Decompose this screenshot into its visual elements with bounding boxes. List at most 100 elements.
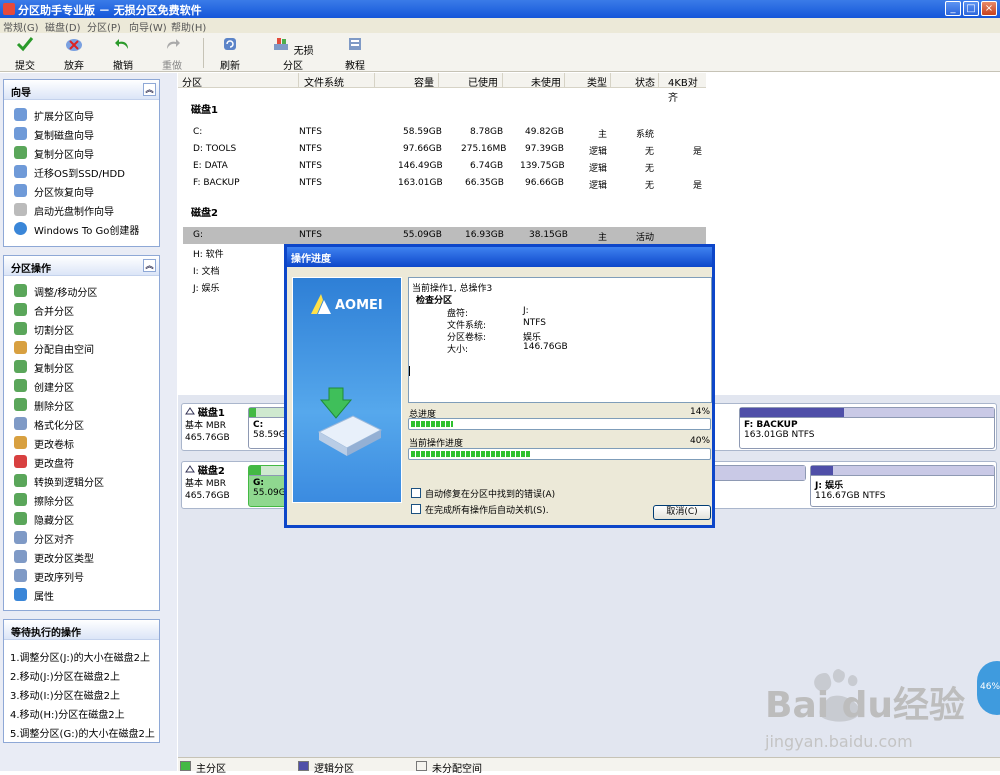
table-row[interactable]: C: NTFS 58.59GB 8.78GB 49.82GB 主 系统 — [183, 124, 706, 141]
op-label: 创建分区 — [34, 383, 74, 394]
window-title: 分区助手专业版 － 无损分区免费软件 — [18, 4, 202, 17]
op-align[interactable]: 分区对齐 — [4, 528, 159, 547]
redo-button[interactable]: 重做 — [159, 36, 185, 72]
table-row-selected[interactable]: G: NTFS 55.09GB 16.93GB 38.15GB 主 活动 — [183, 227, 706, 244]
floating-percent-bubble[interactable]: 46% — [977, 661, 1000, 715]
commit-label: 提交 — [15, 61, 35, 72]
lossless-partition-button[interactable]: 无损分区 — [272, 36, 314, 72]
pending-item[interactable]: 5.调整分区(G:)的大小在磁盘2上 — [4, 722, 159, 741]
title-bar: 分区助手专业版 － 无损分区免费软件 _ □ × — [0, 0, 1000, 18]
col-type[interactable]: 类型 — [587, 74, 607, 89]
col-filesystem[interactable]: 文件系统 — [304, 74, 344, 89]
table-row[interactable]: D: TOOLS NTFS 97.66GB 275.16MB 97.39GB 逻辑 无… — [183, 141, 706, 158]
wizard-item-copy-disk[interactable]: 复制磁盘向导 — [4, 124, 159, 143]
drive-arrow-icon — [317, 387, 383, 456]
pending-item[interactable]: 3.移动(I:)分区在磁盘2上 — [4, 684, 159, 703]
wizard-item-windows-to-go[interactable]: Windows To Go创建器 — [4, 219, 159, 238]
op-format[interactable]: 格式化分区 — [4, 414, 159, 433]
op-merge[interactable]: 合并分区 — [4, 300, 159, 319]
partition-j[interactable]: J: 娱乐 116.67GB NTFS — [810, 465, 995, 507]
cancel-button[interactable]: 取消(C) — [653, 505, 711, 520]
op-delete[interactable]: 删除分区 — [4, 395, 159, 414]
pending-item[interactable]: 1.调整分区(J:)的大小在磁盘2上 — [4, 646, 159, 665]
minimize-button[interactable]: _ — [945, 1, 961, 16]
wizard-item-label: 复制磁盘向导 — [34, 131, 94, 142]
op-split[interactable]: 切割分区 — [4, 319, 159, 338]
menu-disk[interactable]: 磁盘(D) — [45, 19, 81, 34]
tutorial-label: 教程 — [345, 61, 365, 72]
close-button[interactable]: × — [981, 1, 997, 16]
redo-label: 重做 — [162, 61, 182, 72]
op-label: 复制分区 — [34, 364, 74, 375]
op-wipe[interactable]: 擦除分区 — [4, 490, 159, 509]
op-copy[interactable]: 复制分区 — [4, 357, 159, 376]
partition-g[interactable]: G: 55.09GB — [248, 465, 292, 507]
menu-help[interactable]: 帮助(H) — [171, 19, 206, 34]
collapse-icon[interactable]: ︽ — [143, 83, 156, 96]
op-resize-move[interactable]: 调整/移动分区 — [4, 281, 159, 300]
disk-icon — [185, 465, 195, 473]
menu-general[interactable]: 常规(G) — [3, 19, 39, 34]
log-field-value: 146.76GB — [523, 342, 568, 352]
discard-icon — [66, 39, 82, 51]
pending-item-label: 1.调整分区(J:)的大小在磁盘2上 — [10, 653, 151, 664]
op-label: 更改卷标 — [34, 440, 74, 451]
tutorial-button[interactable]: 教程 — [342, 36, 368, 72]
discard-button[interactable]: 放弃 — [61, 36, 87, 72]
maximize-button[interactable]: □ — [963, 1, 979, 16]
wizard-item-bootable-cd[interactable]: 启动光盘制作向导 — [4, 200, 159, 219]
toolbar-separator — [203, 38, 204, 68]
col-status[interactable]: 状态 — [635, 74, 655, 89]
pending-item-label: 4.移动(H:)分区在磁盘2上 — [10, 710, 125, 721]
disk1-info: 磁盘1 基本 MBR 465.76GB — [185, 407, 230, 443]
col-used[interactable]: 已使用 — [468, 74, 498, 89]
op-label: 分区对齐 — [34, 535, 74, 546]
op-change-type[interactable]: 更改分区类型 — [4, 547, 159, 566]
wizard-item-extend[interactable]: 扩展分区向导 — [4, 105, 159, 124]
collapse-icon[interactable]: ︽ — [143, 259, 156, 272]
op-change-serial[interactable]: 更改序列号 — [4, 566, 159, 585]
op-create[interactable]: 创建分区 — [4, 376, 159, 395]
refresh-icon — [224, 38, 236, 50]
refresh-button[interactable]: 刷新 — [217, 36, 243, 72]
table-row[interactable]: E: DATA NTFS 146.49GB 6.74GB 139.75GB 逻辑 无 — [183, 158, 706, 175]
wizard-item-copy-partition[interactable]: 复制分区向导 — [4, 143, 159, 162]
partition-c[interactable]: C: 58.59GB — [248, 407, 292, 449]
pending-panel-title: 等待执行的操作 — [11, 628, 81, 639]
menu-wizard[interactable]: 向导(W) — [129, 19, 167, 34]
wizard-item-recovery[interactable]: 分区恢复向导 — [4, 181, 159, 200]
op-convert-logical[interactable]: 转换到逻辑分区 — [4, 471, 159, 490]
col-4k-align[interactable]: 4KB对齐 — [668, 74, 706, 104]
auto-shutdown-checkbox[interactable] — [411, 504, 421, 514]
aomei-logo-text: AOMEI — [335, 298, 383, 313]
op-change-label[interactable]: 更改卷标 — [4, 433, 159, 452]
ops-panel-title: 分区操作 — [11, 264, 51, 275]
wizard-item-label: 分区恢复向导 — [34, 188, 94, 199]
bubble-label: 46% — [980, 682, 1000, 692]
op-hide[interactable]: 隐藏分区 — [4, 509, 159, 528]
commit-button[interactable]: 提交 — [12, 36, 38, 72]
undo-button[interactable]: 撤销 — [110, 36, 136, 72]
auto-fix-checkbox[interactable] — [411, 488, 421, 498]
menu-partition[interactable]: 分区(P) — [87, 19, 121, 34]
op-label: 擦除分区 — [34, 497, 74, 508]
col-capacity[interactable]: 容量 — [414, 74, 434, 89]
log-field-value: NTFS — [523, 318, 546, 328]
partition-f-backup[interactable]: F: BACKUP 163.01GB NTFS — [739, 407, 995, 449]
op-properties[interactable]: 属性 — [4, 585, 159, 604]
op-label: 更改盘符 — [34, 459, 74, 470]
pending-item[interactable]: 2.移动(J:)分区在磁盘2上 — [4, 665, 159, 684]
tutorial-icon — [349, 38, 361, 50]
aomei-banner: AOMEI — [292, 277, 402, 503]
op-allocate-free[interactable]: 分配自由空间 — [4, 338, 159, 357]
log-field-value: J: — [523, 306, 529, 316]
op-change-letter[interactable]: 更改盘符 — [4, 452, 159, 471]
pending-item[interactable]: 4.移动(H:)分区在磁盘2上 — [4, 703, 159, 722]
legend-logical: 逻辑分区 — [314, 764, 354, 775]
dialog-title: 操作进度 — [287, 247, 712, 267]
wizard-item-migrate-os[interactable]: 迁移OS到SSD/HDD — [4, 162, 159, 181]
table-row[interactable]: F: BACKUP NTFS 163.01GB 66.35GB 96.66GB 逻辑 … — [183, 175, 706, 192]
col-unused[interactable]: 未使用 — [531, 74, 561, 89]
col-partition[interactable]: 分区 — [182, 74, 202, 89]
primary-swatch — [180, 761, 191, 771]
